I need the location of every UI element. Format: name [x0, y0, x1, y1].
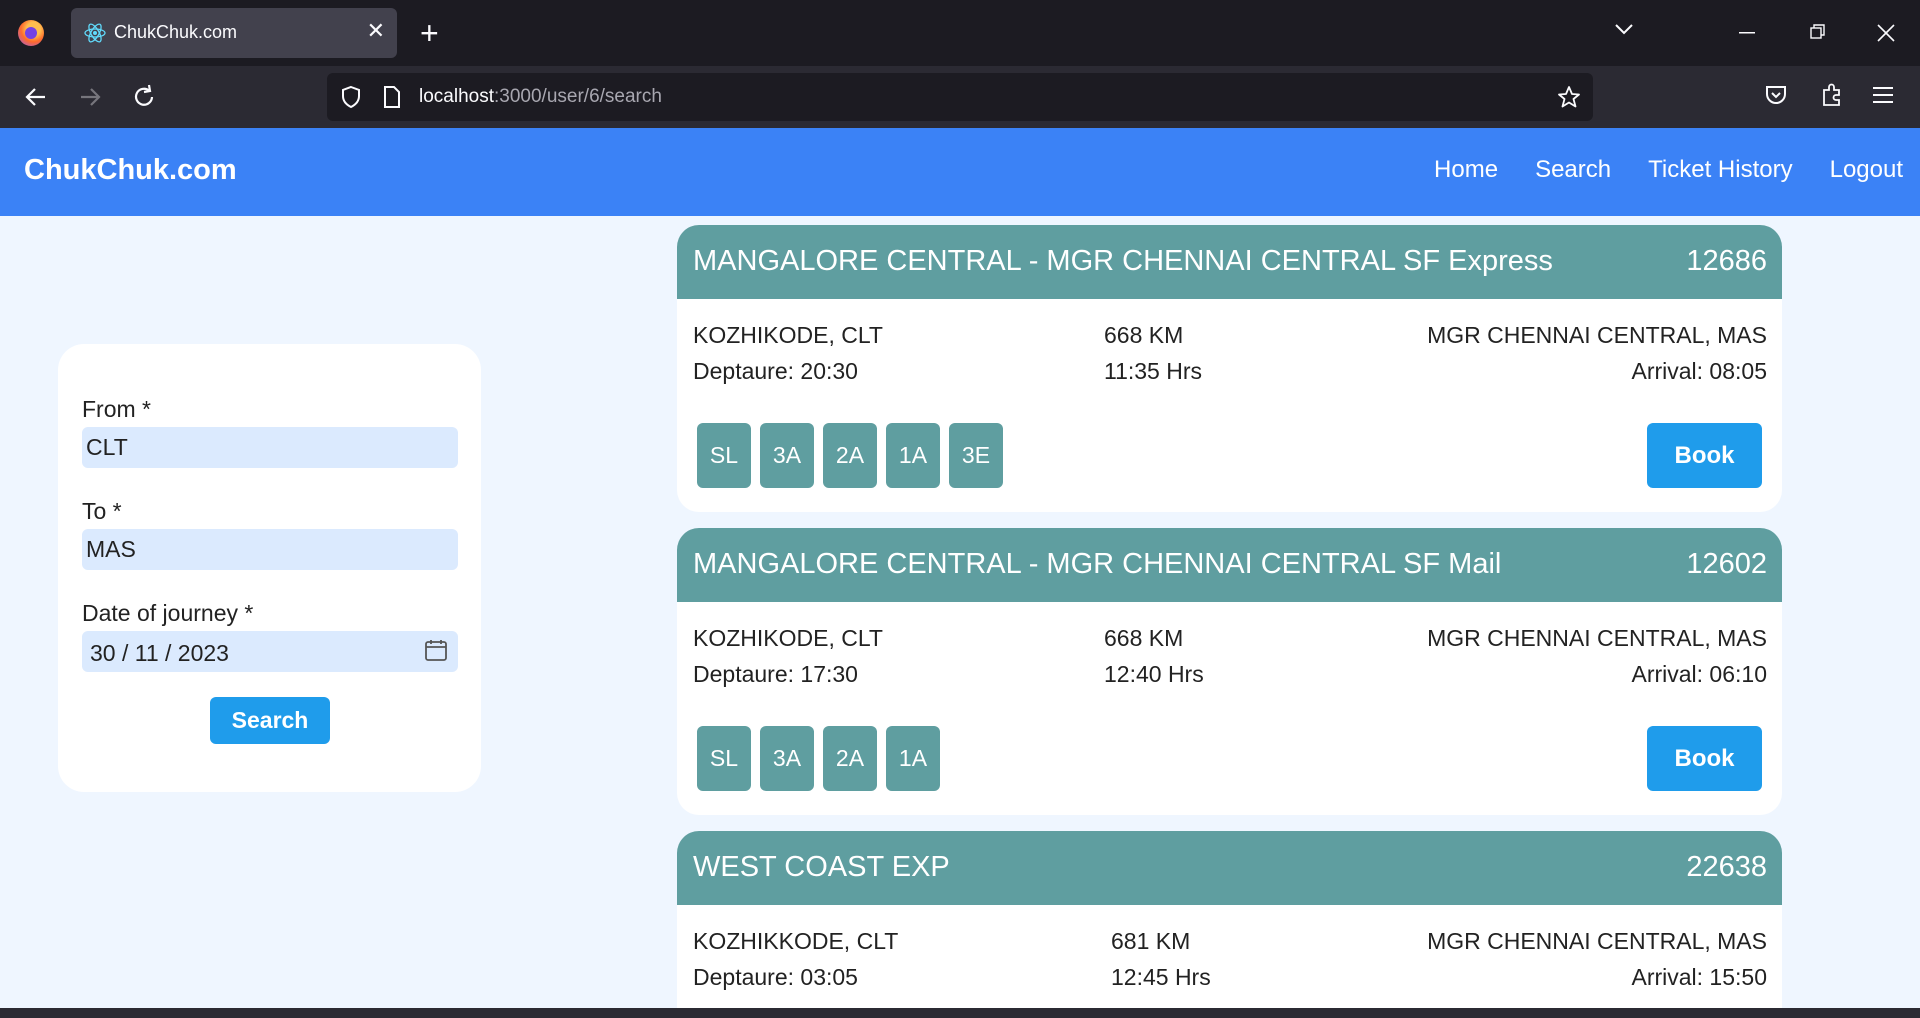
source-station: KOZHIKODE, CLT	[693, 625, 883, 651]
search-form: From * To * Date of journey * 30 / 11 / …	[58, 344, 481, 792]
pocket-icon[interactable]	[1764, 83, 1788, 107]
class-button-3a[interactable]: 3A	[760, 726, 814, 791]
back-icon[interactable]	[19, 80, 53, 114]
train-card: MANGALORE CENTRAL - MGR CHENNAI CENTRAL …	[677, 225, 1782, 512]
class-button-3e[interactable]: 3E	[949, 423, 1003, 488]
taskbar-edge	[0, 1008, 1920, 1018]
train-name: WEST COAST EXP	[693, 851, 950, 883]
to-label: To *	[82, 498, 122, 524]
distance: 668 KM	[1104, 322, 1184, 348]
firefox-icon[interactable]	[18, 20, 44, 46]
url-text[interactable]: localhost:3000/user/6/search	[419, 86, 662, 108]
destination-info: MGR CHENNAI CENTRAL, MAS Arrival: 08:05	[1427, 317, 1767, 389]
train-name: MANGALORE CENTRAL - MGR CHENNAI CENTRAL …	[693, 548, 1502, 580]
destination-station: MGR CHENNAI CENTRAL, MAS	[1427, 625, 1767, 651]
duration: 12:45 Hrs	[1111, 964, 1211, 990]
new-tab-button[interactable]: +	[420, 14, 439, 52]
class-button-1a[interactable]: 1A	[886, 423, 940, 488]
date-input[interactable]: 30 / 11 / 2023	[82, 631, 458, 672]
forward-icon[interactable]	[73, 80, 107, 114]
duration: 11:35 Hrs	[1104, 358, 1203, 384]
to-input[interactable]	[82, 529, 458, 570]
app-navbar: ChukChuk.com Home Search Ticket History …	[0, 128, 1920, 216]
search-button[interactable]: Search	[210, 697, 330, 744]
arrival-time: Arrival: 15:50	[1631, 964, 1767, 990]
browser-tab[interactable]: ChukChuk.com ✕	[71, 8, 397, 58]
date-label: Date of journey *	[82, 600, 254, 626]
departure-time: Deptaure: 20:30	[693, 358, 858, 384]
brand-logo[interactable]: ChukChuk.com	[24, 154, 237, 187]
page-icon	[384, 86, 400, 108]
class-button-sl[interactable]: SL	[697, 726, 751, 791]
menu-icon[interactable]	[1873, 85, 1895, 105]
browser-toolbar: localhost:3000/user/6/search	[0, 66, 1920, 128]
url-host: localhost	[419, 86, 494, 107]
class-list: SL 3A 2A 1A	[697, 726, 940, 791]
class-button-2a[interactable]: 2A	[823, 423, 877, 488]
class-button-1a[interactable]: 1A	[886, 726, 940, 791]
destination-info: MGR CHENNAI CENTRAL, MAS Arrival: 15:50	[1427, 923, 1767, 995]
tab-title: ChukChuk.com	[114, 22, 238, 42]
nav-search[interactable]: Search	[1535, 156, 1611, 184]
source-station: KOZHIKKODE, CLT	[693, 928, 899, 954]
class-list: SL 3A 2A 1A 3E	[697, 423, 1003, 488]
train-number: 22638	[1686, 851, 1767, 883]
source-info: KOZHIKODE, CLT Deptaure: 17:30	[693, 620, 883, 692]
duration: 12:40 Hrs	[1104, 661, 1204, 687]
source-info: KOZHIKKODE, CLT Deptaure: 03:05	[693, 923, 898, 995]
distance: 668 KM	[1104, 625, 1184, 651]
calendar-icon[interactable]	[424, 638, 448, 662]
from-label: From *	[82, 396, 151, 422]
minimize-icon[interactable]	[1739, 32, 1755, 34]
class-button-2a[interactable]: 2A	[823, 726, 877, 791]
train-number: 12686	[1686, 245, 1767, 277]
journey-info: 668 KM 12:40 Hrs	[1104, 620, 1204, 692]
reload-icon[interactable]	[127, 80, 161, 114]
url-bar[interactable]: localhost:3000/user/6/search	[327, 73, 1593, 121]
nav-logout[interactable]: Logout	[1830, 156, 1903, 184]
departure-time: Deptaure: 17:30	[693, 661, 858, 687]
train-number: 12602	[1686, 548, 1767, 580]
arrival-time: Arrival: 06:10	[1631, 661, 1767, 687]
journey-info: 668 KM 11:35 Hrs	[1104, 317, 1202, 389]
browser-tab-bar: ChukChuk.com ✕ +	[0, 0, 1920, 66]
train-header: MANGALORE CENTRAL - MGR CHENNAI CENTRAL …	[677, 528, 1782, 602]
source-info: KOZHIKODE, CLT Deptaure: 20:30	[693, 317, 883, 389]
departure-time: Deptaure: 03:05	[693, 964, 858, 990]
train-header: MANGALORE CENTRAL - MGR CHENNAI CENTRAL …	[677, 225, 1782, 299]
star-icon[interactable]	[1557, 85, 1581, 109]
close-window-icon[interactable]	[1877, 24, 1895, 42]
extensions-icon[interactable]	[1820, 82, 1844, 108]
destination-info: MGR CHENNAI CENTRAL, MAS Arrival: 06:10	[1427, 620, 1767, 692]
train-card: MANGALORE CENTRAL - MGR CHENNAI CENTRAL …	[677, 528, 1782, 815]
class-button-3a[interactable]: 3A	[760, 423, 814, 488]
destination-station: MGR CHENNAI CENTRAL, MAS	[1427, 322, 1767, 348]
journey-info: 681 KM 12:45 Hrs	[1111, 923, 1211, 995]
nav-links: Home Search Ticket History Logout	[1434, 156, 1903, 184]
class-button-sl[interactable]: SL	[697, 423, 751, 488]
url-path: :3000/user/6/search	[494, 86, 662, 107]
nav-home[interactable]: Home	[1434, 156, 1498, 184]
book-button[interactable]: Book	[1647, 423, 1762, 488]
distance: 681 KM	[1111, 928, 1191, 954]
arrival-time: Arrival: 08:05	[1631, 358, 1767, 384]
date-value: 30 / 11 / 2023	[90, 640, 229, 666]
shield-icon[interactable]	[340, 85, 362, 109]
train-name: MANGALORE CENTRAL - MGR CHENNAI CENTRAL …	[693, 245, 1553, 277]
destination-station: MGR CHENNAI CENTRAL, MAS	[1427, 928, 1767, 954]
source-station: KOZHIKODE, CLT	[693, 322, 883, 348]
restore-icon[interactable]	[1810, 24, 1826, 40]
from-input[interactable]	[82, 427, 458, 468]
book-button[interactable]: Book	[1647, 726, 1762, 791]
react-icon	[84, 23, 106, 43]
chevron-down-icon[interactable]	[1614, 22, 1634, 36]
train-header: WEST COAST EXP 22638	[677, 831, 1782, 905]
nav-ticket-history[interactable]: Ticket History	[1648, 156, 1792, 184]
train-card: WEST COAST EXP 22638 KOZHIKKODE, CLT Dep…	[677, 831, 1782, 1008]
close-tab-icon[interactable]: ✕	[367, 18, 385, 44]
